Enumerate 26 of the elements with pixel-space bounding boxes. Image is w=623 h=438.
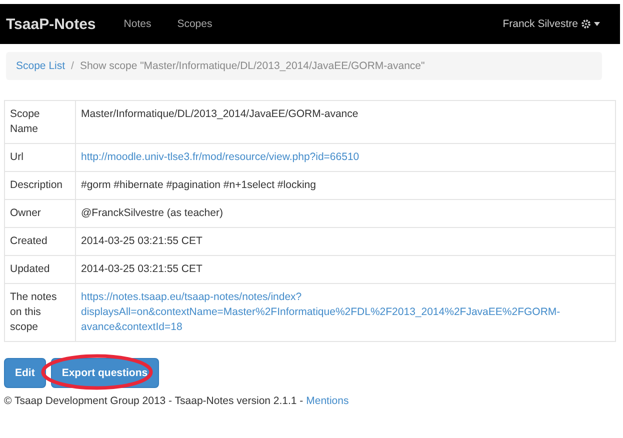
- action-button[interactable]: Edit: [4, 358, 46, 388]
- url-link[interactable]: http://moodle.univ-tlse3.fr/mod/resource/view.php?id=66510: [81, 150, 610, 165]
- field-label: Url: [4, 144, 76, 172]
- field-label: Description: [4, 172, 76, 200]
- user-menu[interactable]: Franck Silvestre: [502, 18, 600, 30]
- brand-title[interactable]: TsaaP-Notes: [6, 16, 96, 32]
- footer-text: © Tsaap Development Group 2013 - Tsaap-Notes version 2.1.1 -: [4, 395, 304, 407]
- url-link[interactable]: https://notes.tsaap.eu/tsaap-notes/notes/index?displaysAll=on&contextName=Master%2FInformatique%2FDL%2F2013_2014%2FJavaEE%2FGORM-avance&contextId=18: [81, 290, 610, 335]
- caret-icon: [594, 22, 600, 26]
- breadcrumb-link[interactable]: Scope List: [16, 60, 66, 72]
- field-label: Updated: [4, 256, 76, 284]
- field-value: #gorm #hibernate #pagination #n+1select #locking: [76, 172, 616, 200]
- field-value: 2014-03-25 03:21:55 CET: [76, 228, 616, 256]
- field-label: Scope Name: [4, 100, 76, 144]
- field-value: Master/Informatique/DL/2013_2014/JavaEE/GORM-avance: [76, 100, 616, 144]
- nav-link[interactable]: Scopes: [177, 18, 212, 30]
- field-label: The notes on this scope: [4, 284, 76, 342]
- breadcrumb-current: Show scope "Master/Informatique/DL/2013_2014/JavaEE/GORM-avance": [80, 60, 425, 72]
- field-value: @FranckSilvestre (as teacher): [76, 200, 616, 228]
- nav-link[interactable]: Notes: [124, 18, 152, 30]
- gear-icon: [581, 19, 591, 29]
- field-label: Created: [4, 228, 76, 256]
- breadcrumb-separator: /: [71, 60, 74, 72]
- field-label: Owner: [4, 200, 76, 228]
- footer-link[interactable]: Mentions: [306, 395, 349, 407]
- field-value: 2014-03-25 03:21:55 CET: [76, 256, 616, 284]
